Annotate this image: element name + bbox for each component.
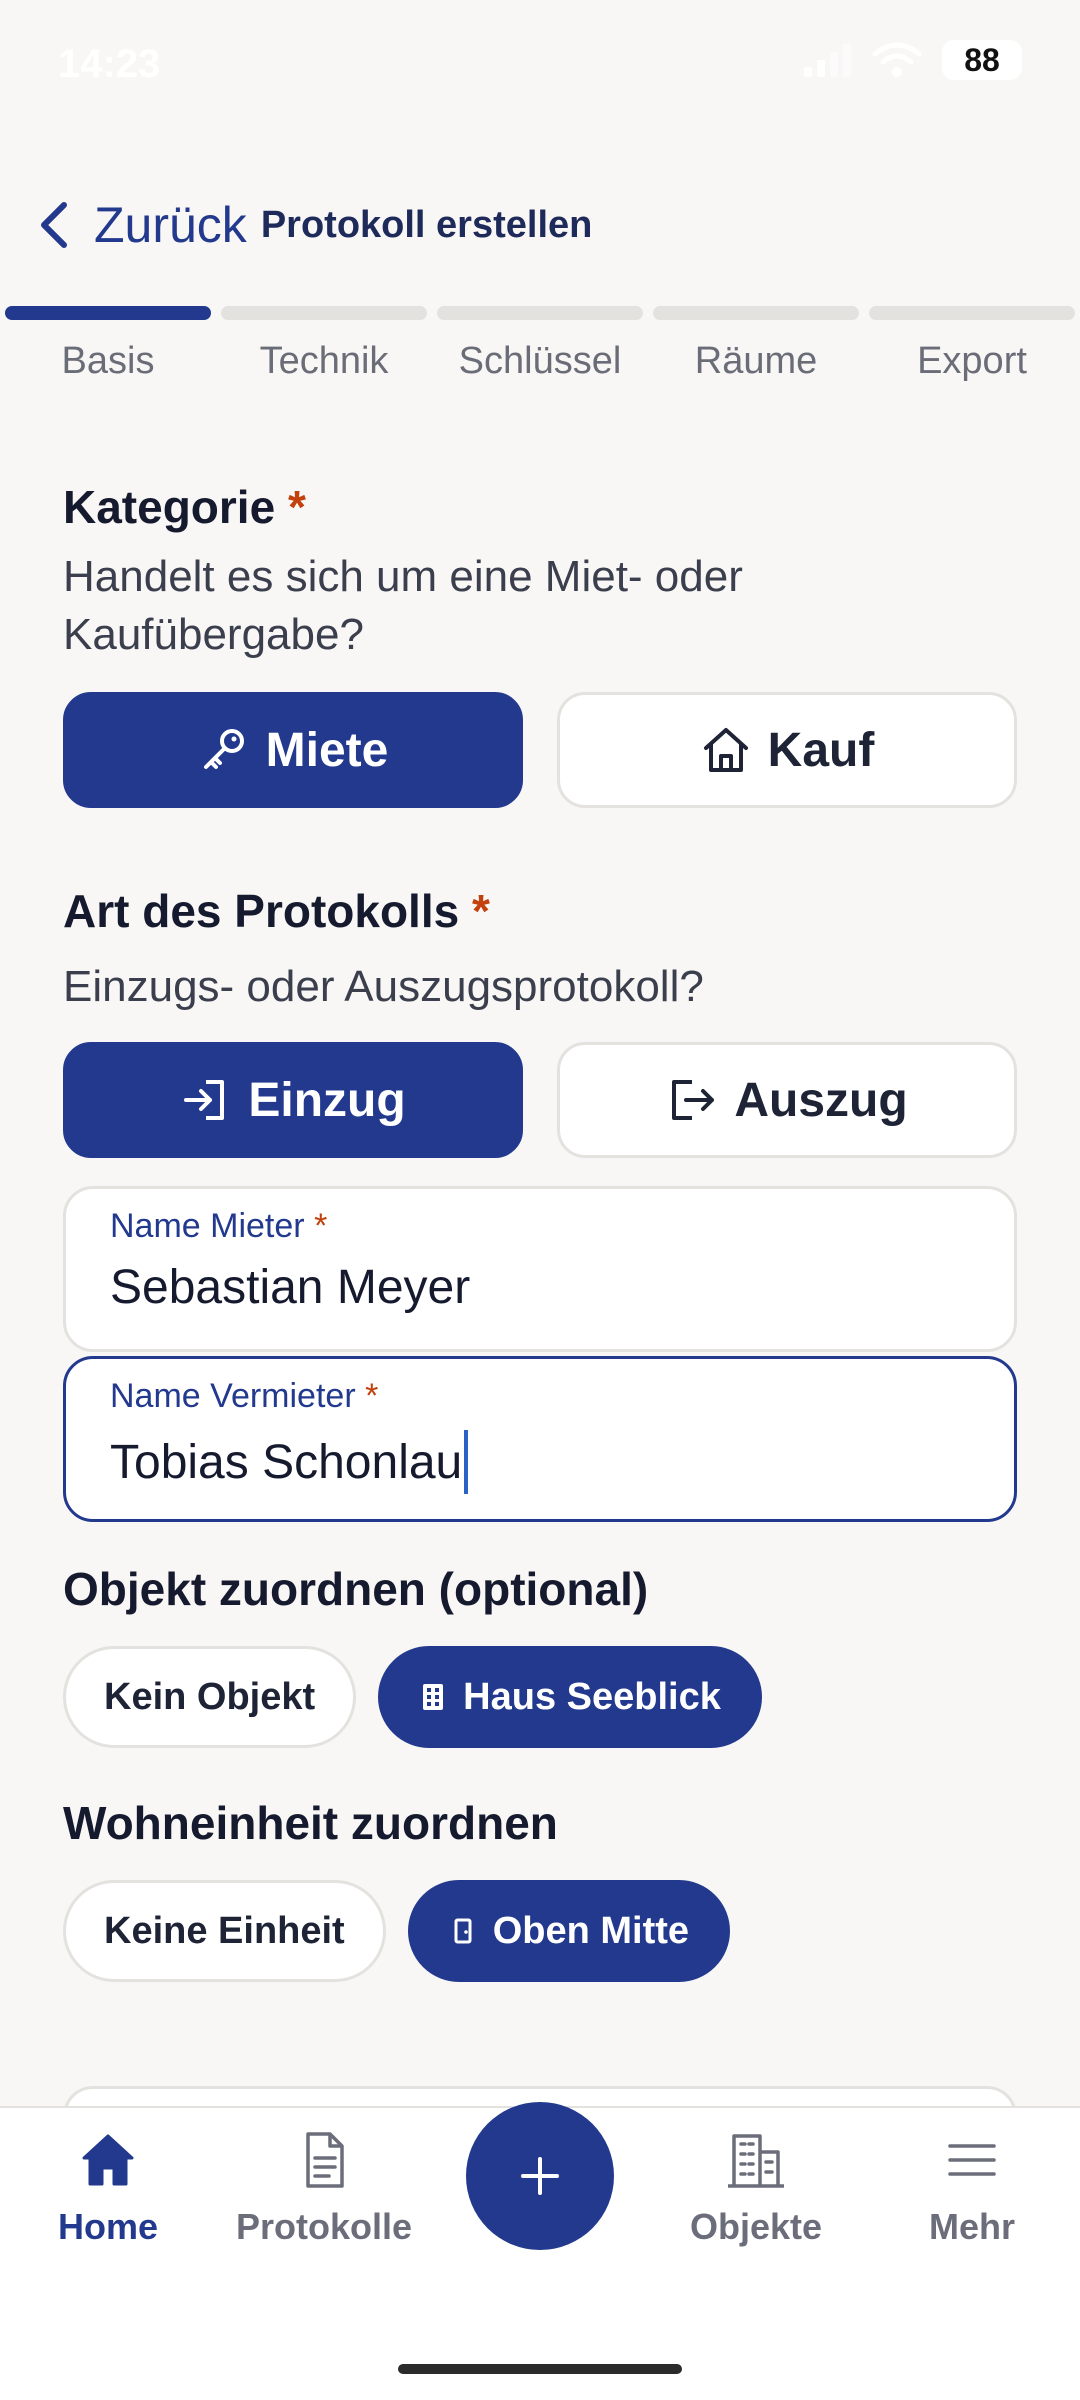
auszug-label: Auszug [734, 1073, 908, 1127]
protokoll-art-title-text: Art des Protokolls [63, 885, 460, 937]
haus-seeblick-chip[interactable]: Haus Seeblick [378, 1646, 762, 1748]
kein-objekt-chip[interactable]: Kein Objekt [63, 1646, 357, 1748]
objekt-options: Kein Objekt Haus Seeblick [63, 1646, 1017, 1748]
sign-in-icon [184, 1080, 225, 1120]
mieter-field[interactable]: Name Mieter * Sebastian Meyer [63, 1186, 1017, 1352]
auszug-button[interactable]: Auszug [557, 1042, 1017, 1158]
keine-einheit-chip[interactable]: Keine Einheit [63, 1880, 386, 1982]
chevron-left-icon[interactable] [36, 201, 72, 249]
kauf-label: Kauf [767, 723, 875, 777]
form-content: Kategorie * Handelt es sich um eine Miet… [63, 480, 1017, 1982]
step-label: Basis [61, 340, 155, 382]
status-icons: 88 [804, 40, 1022, 80]
wifi-icon [872, 42, 922, 77]
door-icon [454, 1918, 472, 1944]
cellular-signal-icon [804, 44, 851, 77]
tab-protokolle-label: Protokolle [235, 2206, 413, 2247]
tab-objekte[interactable]: Objekte [648, 2128, 864, 2248]
buildings-icon [728, 2134, 784, 2188]
protokoll-art-options: Einzug Auszug [63, 1042, 1017, 1158]
vermieter-label-text: Name Vermieter [110, 1377, 356, 1415]
step-export[interactable]: Export [864, 306, 1080, 383]
miete-button[interactable]: Miete [63, 692, 523, 808]
kategorie-title: Kategorie * [63, 480, 1017, 534]
mieter-field-label: Name Mieter * [110, 1207, 970, 1246]
oben-mitte-label: Oben Mitte [492, 1909, 690, 1952]
step-progress: Basis Technik Schlüssel Räume Export [0, 306, 1080, 383]
required-mark: * [365, 1377, 379, 1415]
vermieter-field[interactable]: Name Vermieter * Tobias Schonlau [63, 1356, 1017, 1522]
key-icon [203, 729, 244, 769]
vermieter-input[interactable]: Tobias Schonlau [110, 1430, 970, 1494]
step-bar [5, 306, 211, 320]
step-label: Räume [694, 340, 818, 382]
kategorie-options: Miete Kauf [63, 692, 1017, 808]
page-title: Protokoll erstellen [260, 203, 593, 246]
kein-objekt-label: Kein Objekt [104, 1675, 316, 1718]
menu-icon [948, 2144, 996, 2176]
tab-mehr[interactable]: Mehr [864, 2128, 1080, 2248]
mieter-input[interactable]: Sebastian Meyer [110, 1260, 970, 1315]
nav-header: Zurück Protokoll erstellen [36, 190, 592, 260]
einzug-button[interactable]: Einzug [63, 1042, 523, 1158]
back-button[interactable]: Zurück [94, 196, 247, 254]
house-icon [703, 728, 748, 772]
step-schluessel[interactable]: Schlüssel [432, 306, 648, 383]
tab-home[interactable]: Home [0, 2128, 216, 2248]
vermieter-value: Tobias Schonlau [110, 1435, 463, 1489]
home-indicator [398, 2364, 682, 2374]
protokoll-art-title: Art des Protokolls * [63, 884, 1017, 938]
oben-mitte-chip[interactable]: Oben Mitte [407, 1880, 731, 1982]
kategorie-description: Handelt es sich um eine Miet- oder Kaufü… [63, 552, 743, 659]
sign-out-icon [672, 1080, 715, 1120]
kategorie-title-text: Kategorie [63, 481, 276, 533]
required-mark: * [471, 885, 490, 937]
status-time: 14:23 [58, 42, 161, 86]
step-bar [437, 306, 643, 320]
tab-objekte-label: Objekte [689, 2206, 823, 2247]
tab-mehr-label: Mehr [928, 2206, 1015, 2247]
wohneinheit-options: Keine Einheit Oben Mitte [63, 1880, 1017, 1982]
vermieter-field-label: Name Vermieter * [110, 1377, 970, 1416]
step-bar [869, 306, 1075, 320]
protokoll-art-description: Einzugs- oder Auszugsprotokoll? [63, 962, 704, 1011]
step-label: Schlüssel [458, 340, 622, 382]
mieter-label-text: Name Mieter [110, 1207, 305, 1245]
battery-indicator: 88 [942, 40, 1022, 80]
keine-einheit-label: Keine Einheit [104, 1909, 345, 1952]
required-mark: * [314, 1207, 328, 1245]
home-icon [82, 2134, 134, 2186]
step-raeume[interactable]: Räume [648, 306, 864, 383]
building-icon [423, 1684, 444, 1710]
wohneinheit-title: Wohneinheit zuordnen [63, 1797, 558, 1849]
step-basis[interactable]: Basis [0, 306, 216, 383]
plus-icon [521, 2157, 559, 2195]
haus-seeblick-label: Haus Seeblick [463, 1675, 721, 1718]
einzug-label: Einzug [248, 1073, 406, 1127]
step-bar [653, 306, 859, 320]
add-button[interactable] [466, 2102, 614, 2250]
step-label: Export [917, 340, 1027, 382]
required-mark: * [287, 481, 306, 533]
kauf-button[interactable]: Kauf [557, 692, 1017, 808]
tab-home-label: Home [57, 2206, 159, 2247]
step-label: Technik [259, 340, 389, 382]
miete-label: Miete [265, 723, 389, 777]
step-technik[interactable]: Technik [216, 306, 432, 383]
objekt-title: Objekt zuordnen (optional) [63, 1563, 649, 1615]
text-cursor [464, 1430, 469, 1494]
tab-bar: Home Protokolle Objekte Mehr [0, 2102, 1080, 2400]
document-icon [306, 2132, 344, 2188]
step-bar [221, 306, 427, 320]
status-bar: 14:23 88 [0, 0, 1080, 130]
tab-protokolle[interactable]: Protokolle [216, 2128, 432, 2248]
